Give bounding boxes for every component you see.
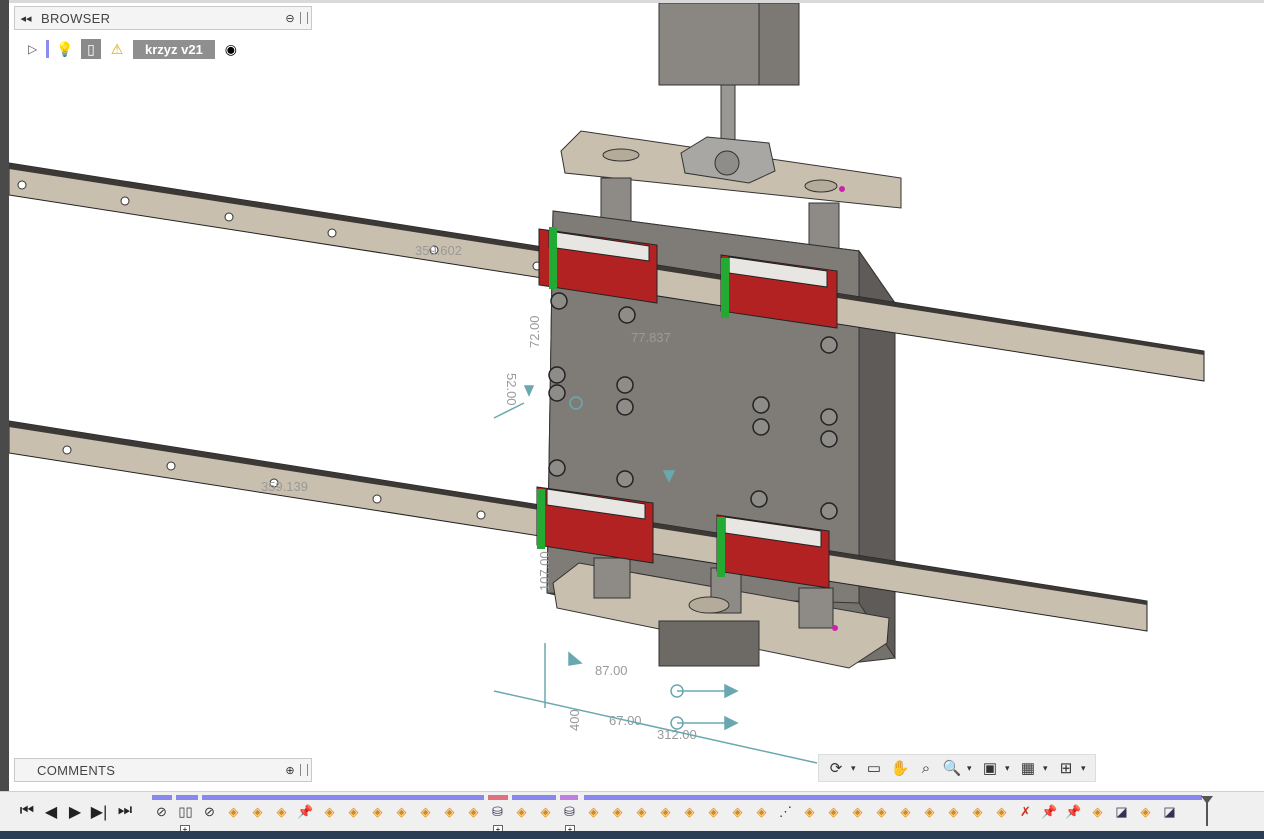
comments-title: COMMENTS — [37, 762, 116, 778]
joint-feature-icon[interactable]: ◈ — [368, 803, 387, 822]
os-taskbar — [0, 831, 1264, 839]
component-feature-icon[interactable]: ⛁ — [488, 803, 507, 822]
play-icon[interactable]: ▶ — [66, 802, 84, 822]
joint-feature-icon[interactable]: ◈ — [1136, 803, 1155, 822]
joint-feature-icon[interactable]: ◈ — [872, 803, 891, 822]
canvas-viewport[interactable]: 359.602 77.837 72.00 52.00 359.139 107.0… — [9, 3, 1264, 791]
joint-feature-icon[interactable]: ◈ — [824, 803, 843, 822]
joint-feature-icon[interactable]: ◈ — [656, 803, 675, 822]
chevron-down-icon[interactable]: ▾ — [1043, 763, 1051, 774]
joint-feature-icon[interactable]: ◈ — [848, 803, 867, 822]
joint-feature-icon[interactable]: ◈ — [920, 803, 939, 822]
chevron-down-icon[interactable]: ▾ — [851, 763, 859, 774]
step-back-icon[interactable]: ◀ — [42, 802, 60, 822]
joint-feature-icon[interactable]: ◈ — [464, 803, 483, 822]
joint-feature-icon[interactable]: ◈ — [320, 803, 339, 822]
joint-feature-icon[interactable]: ◈ — [704, 803, 723, 822]
comments-panel-header[interactable]: COMMENTS ⊕ — [14, 758, 312, 782]
step-forward-icon[interactable]: ▶| — [90, 802, 108, 822]
joint-feature-icon[interactable]: ◈ — [992, 803, 1011, 822]
dim-label: 359.602 — [415, 243, 462, 258]
joint-feature-icon[interactable]: ◈ — [272, 803, 291, 822]
dim-label: 72.00 — [527, 315, 542, 348]
sketch-feature-icon[interactable]: ⊘ — [200, 803, 219, 822]
plus-circle-icon[interactable]: ⊕ — [283, 764, 297, 777]
radio-target-icon[interactable]: ◉ — [221, 39, 241, 59]
sketch-edit-feature-icon[interactable]: ◪ — [1112, 803, 1131, 822]
joint-feature-icon[interactable]: ◈ — [968, 803, 987, 822]
chevron-down-icon[interactable]: ▾ — [1081, 763, 1089, 774]
lightbulb-icon[interactable]: 💡 — [55, 39, 75, 59]
joint-feature-icon[interactable]: ◈ — [608, 803, 627, 822]
timeline-features: ⊘ ▯▯ ⊘ ◈ ◈ ◈ 📌 ◈ ◈ ◈ ◈ ◈ ◈ ◈ ⛁ ◈ ◈ ⛁ ◈ ◈… — [152, 801, 1179, 823]
zoom-icon[interactable]: ⌕ — [915, 760, 937, 777]
expand-triangle-icon[interactable]: ▷ — [28, 42, 40, 56]
align-feature-icon[interactable]: ⋰ — [776, 803, 795, 822]
dim-label: 77.837 — [631, 330, 671, 345]
chevron-down-icon[interactable]: ▾ — [967, 763, 975, 774]
ground-feature-icon[interactable]: 📌 — [296, 803, 315, 822]
panel-grip-icon[interactable] — [300, 12, 308, 24]
collapse-panel-icon[interactable]: ◂◂ — [19, 12, 33, 25]
look-at-icon[interactable]: ▭ — [863, 759, 885, 777]
display-settings-icon[interactable]: ▣ — [979, 759, 1001, 777]
sketch-feature-icon[interactable]: ⊘ — [152, 803, 171, 822]
joint-feature-icon[interactable]: ◈ — [584, 803, 603, 822]
zoom-window-icon[interactable]: 🔍 — [941, 759, 963, 777]
chevron-down-icon[interactable]: ▾ — [1005, 763, 1013, 774]
joint-feature-icon[interactable]: ◈ — [680, 803, 699, 822]
joint-feature-icon[interactable]: ◈ — [728, 803, 747, 822]
minus-circle-icon[interactable]: ⊖ — [283, 12, 297, 25]
go-to-end-icon[interactable]: ⏭ — [116, 802, 134, 820]
joint-feature-icon[interactable]: ◈ — [896, 803, 915, 822]
timeline-groups — [152, 795, 1212, 800]
ground-feature-icon[interactable]: 📌 — [1064, 803, 1083, 822]
dim-label: 52.00 — [504, 373, 519, 406]
dim-label: 359.139 — [261, 479, 308, 494]
unground-feature-icon[interactable]: ✗ — [1016, 803, 1035, 822]
go-to-start-icon[interactable]: ⏮ — [18, 802, 36, 820]
joint-feature-icon[interactable]: ◈ — [344, 803, 363, 822]
dim-label: 87.00 — [595, 663, 628, 678]
ground-feature-icon[interactable]: 📌 — [1040, 803, 1059, 822]
left-edge-bar — [0, 0, 9, 839]
joint-feature-icon[interactable]: ◈ — [224, 803, 243, 822]
joint-feature-icon[interactable]: ◈ — [536, 803, 555, 822]
dim-label: 107.00 — [537, 551, 552, 591]
joint-feature-icon[interactable]: ◈ — [512, 803, 531, 822]
joint-feature-icon[interactable]: ◈ — [440, 803, 459, 822]
joint-feature-icon[interactable]: ◈ — [752, 803, 771, 822]
navigation-toolbar: ⟳ ▾ ▭ ✋ ⌕ 🔍 ▾ ▣ ▾ ▦ ▾ ⊞ ▾ — [818, 754, 1096, 782]
document-icon: ▯ — [81, 39, 101, 59]
joint-feature-icon[interactable]: ◈ — [248, 803, 267, 822]
joint-feature-icon[interactable]: ◈ — [944, 803, 963, 822]
browser-title: BROWSER — [41, 10, 111, 26]
browser-root-node[interactable]: ▷ 💡 ▯ ⚠ krzyz v21 ◉ — [28, 38, 241, 60]
joint-feature-icon[interactable]: ◈ — [1088, 803, 1107, 822]
joint-feature-icon[interactable]: ◈ — [416, 803, 435, 822]
active-indicator — [46, 40, 49, 58]
design-name[interactable]: krzyz v21 — [133, 39, 215, 59]
orbit-icon[interactable]: ⟳ — [825, 759, 847, 777]
warning-icon[interactable]: ⚠ — [107, 39, 127, 59]
stepper-motor — [658, 3, 800, 146]
joint-feature-icon[interactable]: ◈ — [800, 803, 819, 822]
timeline-marker[interactable] — [1201, 796, 1213, 826]
timeline-bar: ⏮ ◀ ▶ ▶| ⏭ ⊘ ▯▯ ⊘ ◈ ◈ ◈ 📌 ◈ ◈ ◈ ◈ ◈ ◈ ◈ … — [0, 791, 1264, 835]
viewports-icon[interactable]: ⊞ — [1055, 759, 1077, 777]
dim-label: 400 — [567, 709, 582, 731]
joint-feature-icon[interactable]: ◈ — [632, 803, 651, 822]
sketch-edit-feature-icon[interactable]: ◪ — [1160, 803, 1179, 822]
browser-panel-header[interactable]: ◂◂ BROWSER ⊖ — [14, 6, 312, 30]
pattern-feature-icon[interactable]: ▯▯ — [176, 803, 195, 822]
grid-icon[interactable]: ▦ — [1017, 759, 1039, 777]
pan-icon[interactable]: ✋ — [889, 759, 911, 777]
component-feature-icon[interactable]: ⛁ — [560, 803, 579, 822]
panel-grip-icon[interactable] — [300, 764, 308, 776]
joint-feature-icon[interactable]: ◈ — [392, 803, 411, 822]
